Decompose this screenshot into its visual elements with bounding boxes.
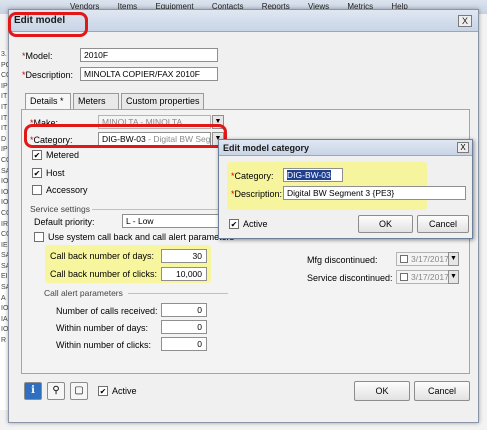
subdialog-active-checkbox[interactable] — [229, 219, 239, 229]
accessory-checkbox[interactable] — [32, 185, 42, 195]
mfg-discontinued-checkbox[interactable] — [400, 255, 408, 263]
annotation-category-highlight — [24, 124, 227, 148]
use-system-checkbox[interactable] — [34, 232, 44, 242]
annotation-title-highlight — [8, 12, 88, 37]
active-label: Active — [112, 386, 137, 396]
service-discontinued-label: Service discontinued: — [307, 273, 393, 283]
notes-icon[interactable]: ▢ — [70, 382, 88, 400]
service-settings-divider — [92, 209, 222, 210]
model-input[interactable]: 2010F — [80, 48, 218, 62]
host-label: Host — [46, 168, 65, 178]
active-checkbox[interactable] — [98, 386, 108, 396]
subdialog-category-value: DIG-BW-03 — [287, 170, 331, 180]
service-discontinued-checkbox[interactable] — [400, 273, 408, 281]
subdialog-titlebar[interactable]: Edit model category X — [219, 140, 472, 156]
within-clicks-input[interactable]: 0 — [161, 337, 207, 351]
info-icon[interactable]: i — [24, 382, 42, 400]
service-settings-title: Service settings — [30, 204, 90, 214]
tab-details[interactable]: Details * — [25, 93, 71, 110]
subdialog-category-label: *Category: — [231, 171, 274, 181]
mfg-discontinued-label: Mfg discontinued: — [307, 255, 378, 265]
service-calendar-dropdown-icon[interactable]: ▼ — [448, 270, 459, 284]
subdialog-description-label: *Description: — [231, 189, 283, 199]
subdialog-description-input[interactable]: Digital BW Segment 3 {PE3} — [283, 186, 466, 200]
within-days-input[interactable]: 0 — [161, 320, 207, 334]
call-alert-title: Call alert parameters — [44, 288, 123, 298]
ok-button[interactable]: OK — [354, 381, 410, 401]
metered-checkbox[interactable] — [32, 150, 42, 160]
mfg-discontinued-value: 3/17/2017 — [411, 254, 449, 264]
subdialog-active-label: Active — [243, 219, 268, 229]
subdialog-cancel-button[interactable]: Cancel — [417, 215, 469, 233]
description-label: *Description: — [22, 70, 74, 80]
subdialog-category-input[interactable]: DIG-BW-03 — [283, 168, 343, 182]
attachment-icon[interactable]: ⚲ — [47, 382, 65, 400]
call-back-clicks-input[interactable]: 10,000 — [161, 267, 207, 281]
call-back-days-label: Call back number of days: — [50, 251, 155, 261]
description-input[interactable]: MINOLTA COPIER/FAX 2010F — [80, 67, 218, 81]
subdialog-title: Edit model category — [223, 143, 310, 153]
tab-meters[interactable]: Meters — [73, 93, 119, 109]
mfg-calendar-dropdown-icon[interactable]: ▼ — [448, 252, 459, 266]
call-back-clicks-label: Call back number of clicks: — [50, 269, 158, 279]
default-priority-select[interactable]: L - Low — [122, 214, 222, 228]
calls-received-label: Number of calls received: — [56, 306, 158, 316]
use-system-label: Use system call back and call alert para… — [48, 232, 235, 242]
service-discontinued-value: 3/17/2017 — [411, 272, 449, 282]
default-priority-label: Default priority: — [34, 217, 95, 227]
call-back-days-input[interactable]: 30 — [161, 249, 207, 263]
edit-model-category-dialog: Edit model category X *Category: DIG-BW-… — [218, 139, 473, 239]
call-alert-divider — [128, 293, 228, 294]
subdialog-ok-button[interactable]: OK — [358, 215, 413, 233]
host-checkbox[interactable] — [32, 168, 42, 178]
close-button[interactable]: X — [458, 15, 472, 27]
cancel-button[interactable]: Cancel — [414, 381, 470, 401]
subdialog-close-button[interactable]: X — [457, 142, 469, 153]
within-days-label: Within number of days: — [56, 323, 149, 333]
metered-label: Metered — [46, 150, 80, 160]
tab-custom-properties[interactable]: Custom properties — [121, 93, 204, 109]
model-label: *Model: — [22, 51, 53, 61]
accessory-label: Accessory — [46, 185, 88, 195]
calls-received-input[interactable]: 0 — [161, 303, 207, 317]
within-clicks-label: Within number of clicks: — [56, 340, 152, 350]
